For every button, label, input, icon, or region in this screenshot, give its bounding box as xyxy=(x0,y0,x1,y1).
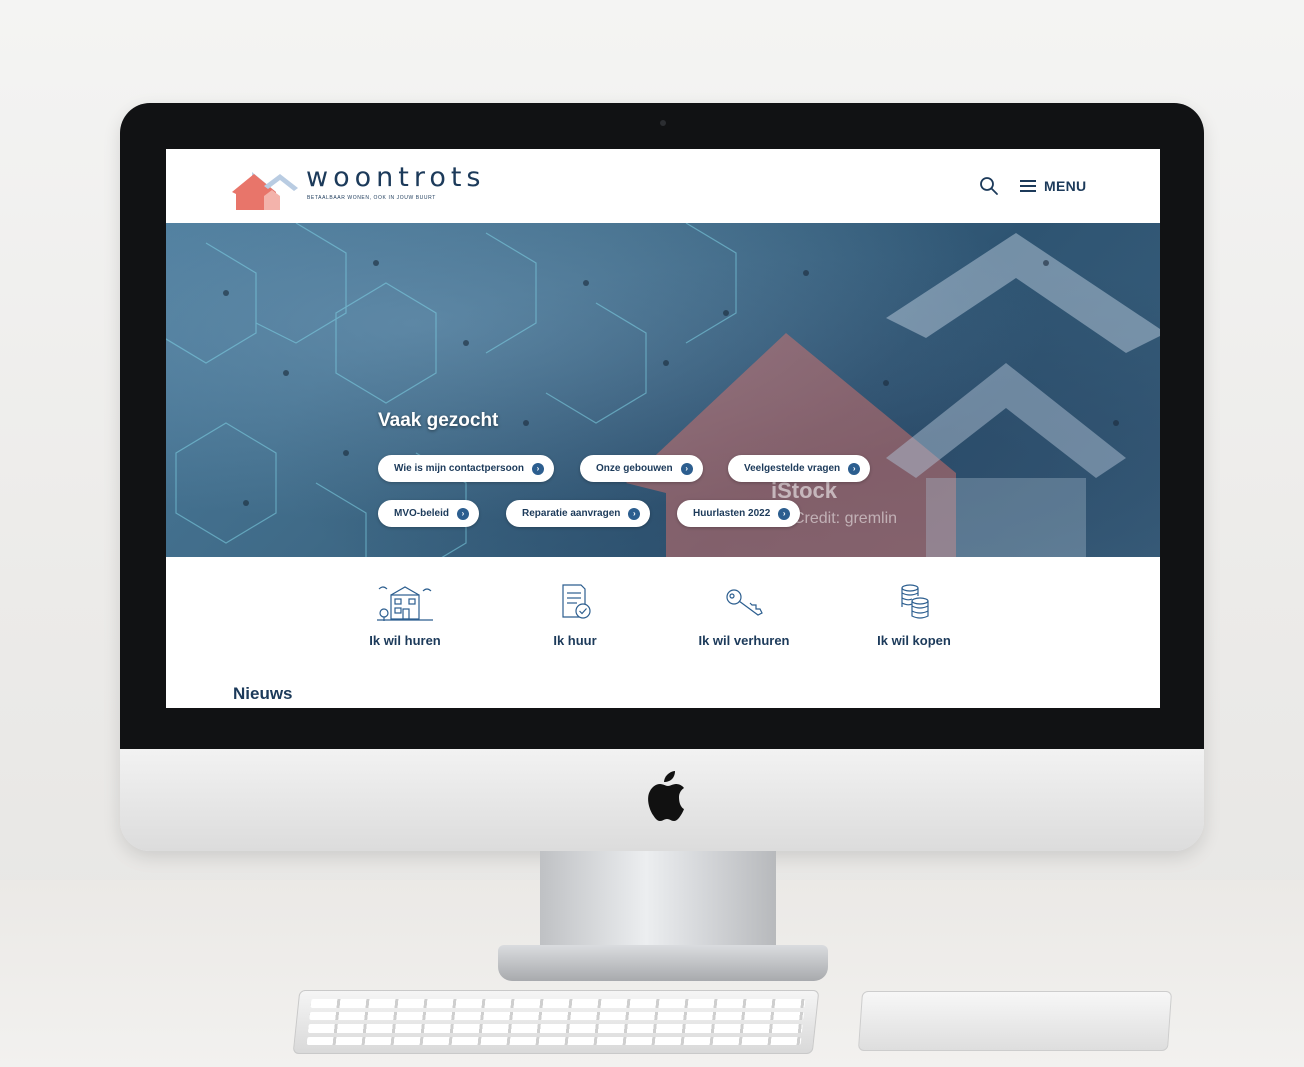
logo-houses-icon[interactable] xyxy=(232,164,298,210)
quicklink-label: Ik huur xyxy=(553,633,597,648)
link-label: Veelgestelde vragen xyxy=(744,463,841,474)
trackpad xyxy=(857,991,1173,1051)
menu-label: MENU xyxy=(1044,178,1087,194)
keyboard-row xyxy=(307,1024,803,1033)
key-icon xyxy=(726,589,763,616)
imac-stand-base xyxy=(498,945,828,981)
link-label: Onze gebouwen xyxy=(596,463,673,474)
chevron-right-icon: › xyxy=(848,462,861,475)
quicklink-label: Ik wil verhuren xyxy=(698,633,790,648)
quicklink-ik-wil-verhuren[interactable]: Ik wil verhuren xyxy=(669,583,819,648)
building-icon xyxy=(377,586,433,621)
hero-title: Vaak gezocht xyxy=(378,410,499,431)
hero-banner: iStock Credit: gremlin Vaak gezocht Wie … xyxy=(166,223,1160,557)
link-veelgestelde-vragen[interactable]: Veelgestelde vragen › xyxy=(728,455,871,482)
stock-credit: Credit: gremlin xyxy=(793,510,898,527)
quicklink-ik-huur[interactable]: Ik huur xyxy=(500,583,650,648)
imac-stand xyxy=(540,851,776,951)
site-header: woontrots BETAALBAAR WONEN, OOK IN JOUW … xyxy=(166,149,1160,223)
link-onze-gebouwen[interactable]: Onze gebouwen › xyxy=(580,455,703,482)
chevron-right-icon: › xyxy=(680,462,693,475)
quick-links: Ik wil huren Ik huur Ik wil verhuren Ik … xyxy=(166,557,1160,677)
document-check-icon xyxy=(562,584,591,619)
news-heading: Nieuws xyxy=(233,684,293,703)
link-label: Reparatie aanvragen xyxy=(522,508,621,519)
link-reparatie-aanvragen[interactable]: Reparatie aanvragen › xyxy=(506,500,651,527)
chevron-right-icon: › xyxy=(778,507,791,520)
hero-background-image xyxy=(166,223,1160,557)
link-label: Wie is mijn contactpersoon xyxy=(394,463,524,474)
apple-logo-icon xyxy=(648,771,684,821)
search-icon[interactable] xyxy=(978,175,1000,197)
link-label: MVO-beleid xyxy=(394,508,450,519)
keyboard-row xyxy=(310,999,806,1008)
link-label: Huurlasten 2022 xyxy=(693,508,771,519)
link-mvo-beleid[interactable]: MVO-beleid › xyxy=(378,500,480,527)
keyboard-row xyxy=(306,1036,802,1045)
camera xyxy=(660,120,666,126)
desk-scene: woontrots BETAALBAAR WONEN, OOK IN JOUW … xyxy=(0,0,1304,1067)
quicklink-ik-wil-kopen[interactable]: Ik wil kopen xyxy=(839,583,989,648)
website-screen: woontrots BETAALBAAR WONEN, OOK IN JOUW … xyxy=(166,149,1160,708)
link-huurlasten-2022[interactable]: Huurlasten 2022 › xyxy=(677,500,801,527)
chevron-right-icon: › xyxy=(531,462,544,475)
keyboard xyxy=(292,990,820,1054)
hamburger-icon xyxy=(1020,180,1036,192)
logo-tagline: BETAALBAAR WONEN, OOK IN JOUW BUURT xyxy=(307,195,436,201)
keyboard-row xyxy=(309,1011,805,1020)
coins-icon xyxy=(901,584,929,619)
logo-wordmark[interactable]: woontrots xyxy=(306,162,486,193)
quicklink-ik-wil-huren[interactable]: Ik wil huren xyxy=(330,583,480,648)
link-contactpersoon[interactable]: Wie is mijn contactpersoon › xyxy=(378,455,554,482)
chevron-right-icon: › xyxy=(628,507,641,520)
quicklink-label: Ik wil huren xyxy=(369,633,441,648)
menu-button[interactable]: MENU xyxy=(1020,175,1086,197)
quicklink-label: Ik wil kopen xyxy=(877,633,951,648)
chevron-right-icon: › xyxy=(457,507,470,520)
